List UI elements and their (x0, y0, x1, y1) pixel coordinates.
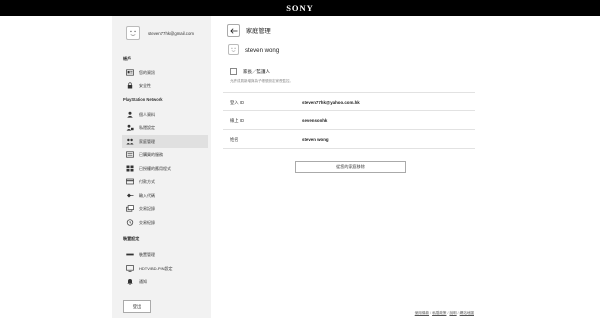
avatar (126, 26, 140, 40)
section-account: 帳戶 (123, 56, 132, 61)
sidebar-item-label: 輸入代碼 (139, 192, 155, 198)
member-avatar (228, 44, 239, 55)
guardian-label: 家長／監護人 (243, 69, 270, 74)
footer-separator: / (457, 311, 459, 315)
sidebar-item-payment[interactable]: 付款方式 (122, 175, 208, 188)
sidebar-item-label: 您的資訊 (139, 69, 155, 75)
sidebar-item-privacy[interactable]: 私隱設定 (122, 121, 208, 134)
bell-icon (126, 278, 134, 285)
sidebar-item-history[interactable]: 交易紀錄 (122, 216, 208, 229)
sidebar-item-label: 已購買的服務 (139, 151, 163, 157)
sidebar-item-label: 家庭管理 (139, 138, 155, 144)
footer-separator: / (430, 311, 432, 315)
sidebar-item-label: 已授權的應用程式 (139, 165, 171, 171)
page-title: 家庭管理 (246, 28, 271, 35)
footer-link-terms[interactable]: 使用條款 (415, 311, 429, 316)
footer-links: 使用條款 / 私隱政策 / 說明 / 網站地圖 (415, 311, 474, 316)
sidebar-item-transactions[interactable]: 交易記錄 (122, 202, 208, 215)
info-row-sign-in-id: 登入 ID steven77hk@yahoo.com.hk (223, 92, 475, 111)
apps-icon (126, 165, 134, 172)
privacy-lock-icon (126, 124, 134, 131)
sidebar-item-your-info[interactable]: 您的資訊 (122, 66, 208, 79)
info-label: 線上 ID (230, 118, 245, 123)
history-icon (126, 219, 134, 226)
sidebar-item-label: 交易記錄 (139, 205, 155, 211)
member-name: steven wong (245, 46, 280, 54)
code-icon (126, 192, 134, 199)
info-value: steven wong (302, 137, 329, 142)
info-row-online-id: 線上 ID sevensonhk (223, 111, 475, 130)
info-value: steven77hk@yahoo.com.hk (302, 100, 360, 105)
section-device-settings: 裝置設定 (123, 236, 140, 241)
guardian-hint: 允許成員新增與為子帳號設定家長監控。 (230, 79, 293, 83)
member-header: steven wong (228, 44, 428, 58)
footer-separator: / (447, 311, 449, 315)
sidebar-item-label: 交易紀錄 (139, 219, 155, 225)
sidebar-item-label: 私隱設定 (139, 124, 155, 130)
footer-link-privacy[interactable]: 私隱政策 (432, 311, 446, 316)
profile-icon (126, 111, 134, 118)
family-icon (126, 138, 134, 145)
section-psn: PlayStation Network (123, 97, 163, 102)
sidebar-item-label: 裝置管理 (139, 251, 155, 257)
sidebar-item-label: 安全性 (139, 82, 151, 88)
top-bar: SONY (0, 0, 600, 16)
id-card-icon (126, 69, 134, 76)
sidebar-item-hdtv-pin[interactable]: HDTV/BD-PIN設定 (122, 262, 208, 275)
lock-icon (126, 82, 134, 89)
sidebar-item-label: HDTV/BD-PIN設定 (139, 265, 173, 271)
sidebar-item-label: 個人資料 (139, 111, 155, 117)
info-row-name: 姓名 steven wong (223, 130, 475, 149)
tv-icon (126, 265, 134, 272)
sidebar-item-services[interactable]: 已購買的服務 (122, 148, 208, 161)
arrow-left-icon (229, 27, 238, 34)
footer-link-help[interactable]: 說明 (449, 311, 456, 316)
sidebar-item-security[interactable]: 安全性 (122, 79, 208, 92)
sidebar-item-notifications[interactable]: 通知 (122, 275, 208, 288)
remove-from-family-button[interactable]: 從您的家庭移除 (295, 161, 406, 173)
back-button[interactable] (227, 24, 240, 37)
sidebar-item-code[interactable]: 輸入代碼 (122, 189, 208, 202)
sidebar-item-label: 付款方式 (139, 178, 155, 184)
user-block: steven77hk@gmail.com (126, 26, 206, 42)
footer-link-sitemap[interactable]: 網站地圖 (460, 311, 474, 316)
transaction-icon (126, 205, 134, 212)
logout-button[interactable]: 登出 (123, 300, 151, 313)
sidebar-item-label: 通知 (139, 278, 147, 284)
sidebar-item-family[interactable]: 家庭管理 (122, 135, 208, 148)
user-email: steven77hk@gmail.com (148, 30, 194, 36)
info-label: 登入 ID (230, 100, 245, 105)
info-value: sevensonhk (302, 118, 328, 123)
guardian-checkbox[interactable] (230, 68, 237, 75)
main-panel: 家庭管理 steven wong 家長／監護人 允許成員新增與為子帳號設定家長監… (211, 16, 600, 318)
sony-logo: SONY (286, 3, 314, 13)
sidebar: steven77hk@gmail.com 帳戶 您的資訊 安全性 PlaySta… (112, 16, 211, 318)
credit-card-icon (126, 178, 134, 185)
device-icon (126, 251, 134, 258)
info-label: 姓名 (230, 137, 239, 142)
services-icon (126, 151, 134, 158)
sidebar-item-devices[interactable]: 裝置管理 (122, 248, 208, 261)
sidebar-item-apps[interactable]: 已授權的應用程式 (122, 162, 208, 175)
sidebar-item-profile[interactable]: 個人資料 (122, 108, 208, 121)
